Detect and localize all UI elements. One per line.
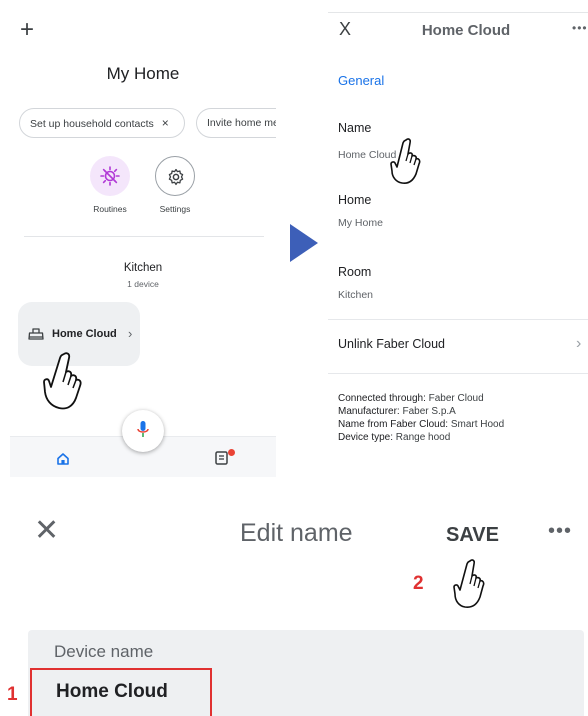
more-options-button[interactable]: ••• — [572, 21, 588, 35]
save-button[interactable]: SAVE — [446, 524, 499, 547]
divider — [24, 236, 264, 237]
field-value: Kitchen — [338, 289, 374, 301]
step-number-1: 1 — [7, 684, 18, 705]
device-title: Home Cloud — [421, 22, 511, 39]
name-setting-row[interactable]: Name Home Cloud — [328, 113, 588, 161]
chip-label: Invite home me — [207, 117, 276, 129]
field-value: My Home — [338, 217, 383, 229]
add-button[interactable]: + — [20, 18, 34, 42]
field-label: Device name — [54, 642, 154, 661]
section-header: General — [338, 73, 385, 88]
routines-label: Routines — [93, 204, 127, 214]
divider — [328, 319, 588, 320]
close-button[interactable]: ✕ — [34, 516, 59, 546]
info-name-from-cloud: Name from Faber Cloud: Smart Hood — [338, 419, 505, 430]
settings-button[interactable] — [155, 156, 195, 196]
household-contacts-chip[interactable]: Set up household contacts × — [19, 108, 185, 138]
step-number-2: 2 — [413, 573, 424, 594]
info-manufacturer: Manufacturer: Faber S.p.A — [338, 406, 456, 417]
dialog-title: Edit name — [240, 519, 353, 547]
routines-icon — [100, 166, 120, 186]
device-name: Home Cloud — [52, 328, 117, 340]
mic-icon — [137, 421, 149, 437]
invite-home-chip[interactable]: Invite home me — [196, 108, 276, 138]
pointing-hand-icon — [43, 352, 82, 410]
range-hood-icon — [28, 328, 44, 340]
close-icon[interactable]: × — [162, 116, 169, 130]
field-label: Home — [338, 193, 372, 207]
pointing-hand-icon — [390, 138, 421, 184]
chip-label: Set up household contacts — [30, 118, 154, 130]
routines-button[interactable] — [90, 156, 130, 196]
info-device-type: Device type: Range hood — [338, 432, 451, 443]
chevron-right-icon: › — [128, 326, 133, 341]
highlight-box — [30, 668, 212, 716]
notification-badge — [228, 449, 235, 456]
home-title: My Home — [106, 64, 180, 83]
home-icon[interactable] — [56, 452, 70, 466]
pointing-hand-icon — [453, 559, 485, 608]
unlink-service-button[interactable]: Unlink Faber Cloud — [338, 337, 445, 351]
home-setting-row[interactable]: Home My Home — [328, 185, 588, 233]
settings-label: Settings — [159, 204, 191, 214]
voice-button[interactable] — [122, 410, 164, 452]
gear-icon — [168, 168, 184, 186]
close-button[interactable]: X — [339, 19, 351, 40]
room-name: Kitchen — [123, 262, 163, 274]
google-home-screen: + My Home Set up household contacts × Inv… — [10, 12, 276, 477]
edit-name-screen: ✕ Edit name SAVE ••• 2 Device name Home … — [0, 496, 588, 716]
info-connected-through: Connected through: Faber Cloud — [338, 393, 484, 404]
device-settings-screen: X Home Cloud ••• General Name Home Cloud… — [328, 12, 588, 478]
field-label: Room — [338, 265, 372, 279]
room-device-count: 1 device — [127, 279, 159, 289]
room-setting-row[interactable]: Room Kitchen — [328, 257, 588, 305]
more-options-button[interactable]: ••• — [548, 520, 572, 543]
field-label: Name — [338, 121, 372, 135]
chevron-right-icon: › — [576, 335, 582, 352]
divider — [328, 373, 588, 374]
next-step-arrow-icon — [290, 224, 318, 262]
